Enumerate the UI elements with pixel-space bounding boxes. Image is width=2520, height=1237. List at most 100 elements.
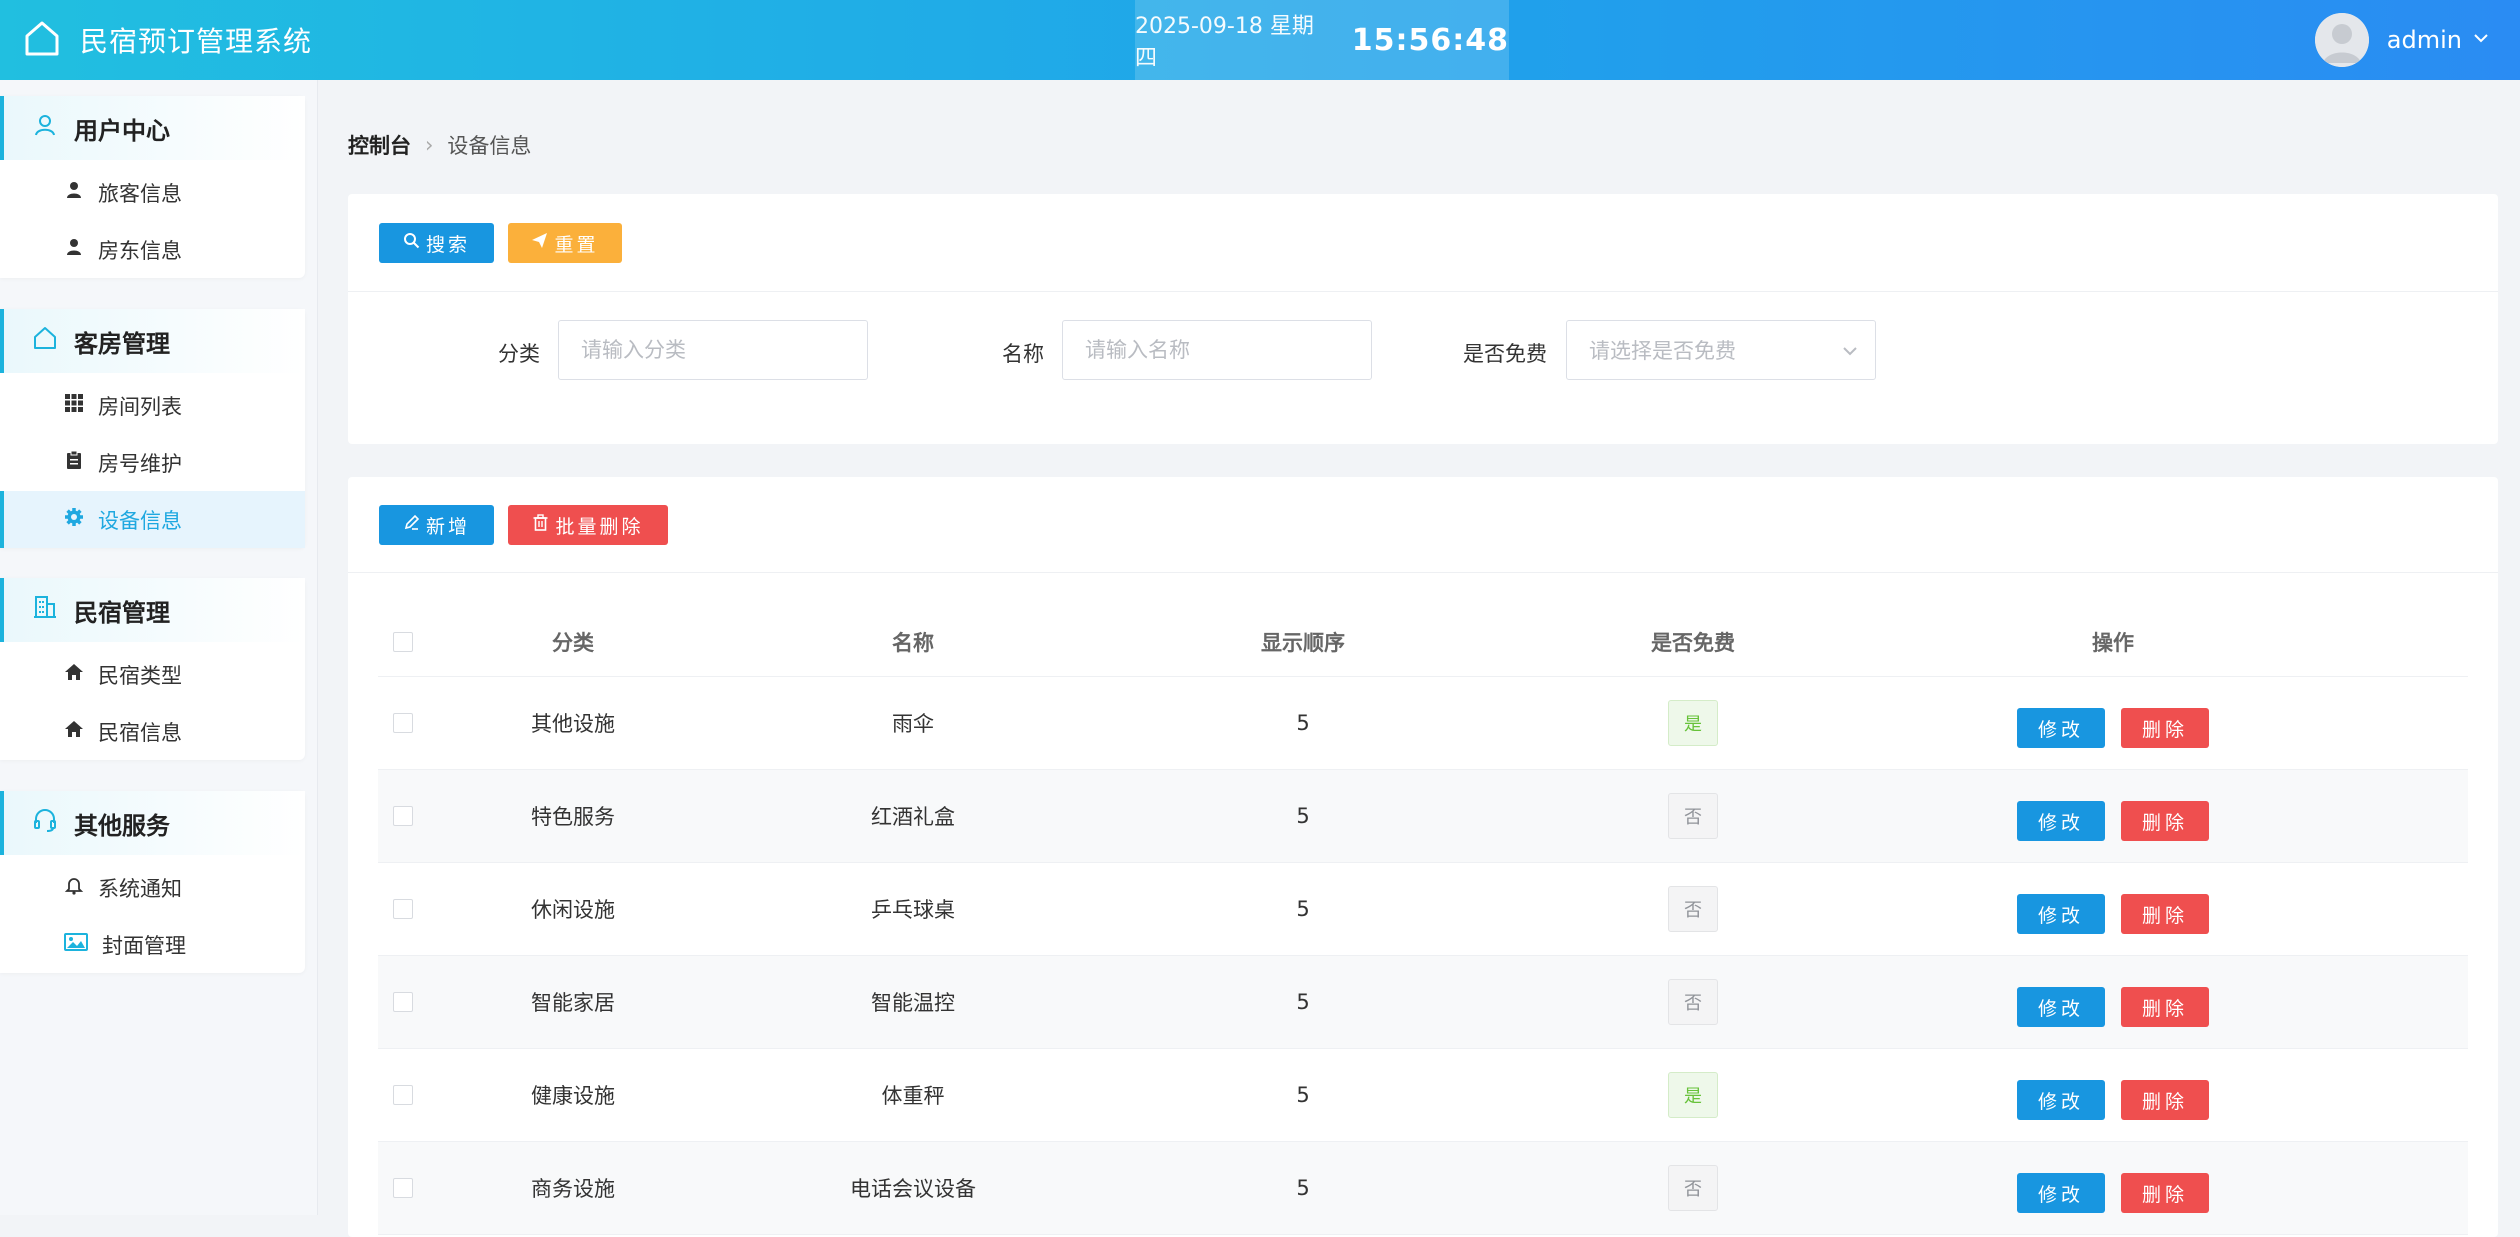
user-menu[interactable]: admin — [2314, 0, 2490, 80]
row-checkbox[interactable] — [393, 899, 413, 919]
gear-icon — [64, 507, 98, 532]
image-icon — [64, 932, 102, 957]
sidebar-item-cover-management[interactable]: 封面管理 — [0, 916, 305, 973]
free-status-badge: 否 — [1668, 886, 1718, 932]
sidebar-group-header[interactable]: 用户中心 — [0, 96, 305, 160]
free-select[interactable]: 请选择是否免费 — [1566, 320, 1876, 380]
row-checkbox[interactable] — [393, 806, 413, 826]
cell-actions: 修改 删除 — [1888, 677, 2338, 769]
row-checkbox[interactable] — [393, 992, 413, 1012]
table-body: 其他设施 雨伞 5 是修改 删除 特色服务 红酒礼盒 5 否修改 删除 休闲设施 乒乓球桌 5 否修改 删除… — [378, 677, 2468, 1235]
brand[interactable]: 民宿预订管理系统 — [22, 0, 312, 80]
delete-button[interactable]: 删除 — [2121, 894, 2209, 934]
delete-button[interactable]: 删除 — [2121, 987, 2209, 1027]
search-button[interactable]: 搜索 — [379, 223, 494, 263]
user-outline-icon — [32, 112, 74, 144]
home-outline-icon — [22, 18, 62, 62]
header-free[interactable]: 是否免费 — [1498, 607, 1888, 676]
clock: 2025-09-18 星期四 15:56:48 — [1135, 0, 1509, 80]
send-icon — [531, 232, 554, 254]
sidebar-item-label: 房号维护 — [98, 451, 182, 476]
sidebar-item-equipment-info[interactable]: 设备信息 — [0, 491, 305, 548]
delete-button[interactable]: 删除 — [2121, 708, 2209, 748]
edit-button[interactable]: 修改 — [2017, 1173, 2105, 1213]
sidebar-group-header[interactable]: 客房管理 — [0, 309, 305, 373]
cell-free: 否 — [1498, 1142, 1888, 1234]
clock-time: 15:56:48 — [1351, 22, 1509, 58]
sidebar-group-header[interactable]: 民宿管理 — [0, 578, 305, 642]
cell-category: 特色服务 — [531, 805, 615, 829]
avatar[interactable] — [2314, 13, 2369, 67]
edit-button[interactable]: 修改 — [2017, 708, 2105, 748]
free-select-placeholder: 请选择是否免费 — [1589, 339, 1736, 363]
sidebar-item-label: 民宿类型 — [98, 663, 182, 688]
sidebar-item-room-number[interactable]: 房号维护 — [0, 434, 305, 491]
sidebar-group-title: 其他服务 — [74, 811, 170, 840]
delete-button[interactable]: 删除 — [2121, 801, 2209, 841]
sidebar-item-system-notice[interactable]: 系统通知 — [0, 859, 305, 916]
sidebar-group-title: 用户中心 — [74, 116, 170, 145]
cell-category: 其他设施 — [531, 712, 615, 736]
data-panel: 新增 批量删除 分类 名称 显示顺序 是否免费 操作 其他设施 雨伞 5 是修改 删除特… — [348, 477, 2498, 1237]
free-status-badge: 是 — [1668, 1072, 1718, 1118]
top-header: 民宿预订管理系统 2025-09-18 星期四 15:56:48 admin — [0, 0, 2520, 80]
header-order[interactable]: 显示顺序 — [1108, 607, 1498, 676]
sidebar-group-homestay-management: 民宿管理 民宿类型 民宿信息 — [0, 578, 305, 760]
reset-button-label: 重置 — [554, 233, 599, 256]
select-all-checkbox[interactable] — [393, 631, 413, 652]
free-status-badge: 否 — [1668, 979, 1718, 1025]
equipment-table: 分类 名称 显示顺序 是否免费 操作 其他设施 雨伞 5 是修改 删除 特色服务 红酒礼盒 5… — [378, 607, 2468, 1235]
clipboard-icon — [64, 450, 98, 475]
delete-button[interactable]: 删除 — [2121, 1080, 2209, 1120]
house-icon — [64, 662, 98, 687]
sidebar-item-label: 设备信息 — [98, 508, 182, 533]
edit-button[interactable]: 修改 — [2017, 801, 2105, 841]
row-checkbox[interactable] — [393, 713, 413, 733]
sidebar-group-user-center: 用户中心 旅客信息 房东信息 — [0, 96, 305, 278]
table-toolbar: 新增 批量删除 — [348, 477, 2498, 573]
building-icon — [32, 594, 74, 626]
sidebar-item-label: 旅客信息 — [98, 181, 182, 206]
cell-order: 5 — [1296, 990, 1310, 1014]
chevron-down-icon[interactable] — [2462, 29, 2490, 51]
category-input[interactable] — [558, 320, 868, 380]
breadcrumb-home[interactable]: 控制台 — [348, 130, 411, 160]
row-checkbox[interactable] — [393, 1085, 413, 1105]
sidebar-item-room-list[interactable]: 房间列表 — [0, 377, 305, 434]
row-checkbox[interactable] — [393, 1178, 413, 1198]
cell-name: 雨伞 — [892, 712, 934, 736]
cell-free: 是 — [1498, 677, 1888, 769]
cell-category: 休闲设施 — [531, 898, 615, 922]
batch-delete-button-label: 批量删除 — [555, 515, 644, 538]
sidebar-group-title: 民宿管理 — [74, 598, 170, 627]
cell-actions: 修改 删除 — [1888, 956, 2338, 1048]
cell-category: 商务设施 — [531, 1177, 615, 1201]
reset-button[interactable]: 重置 — [508, 223, 622, 263]
edit-button[interactable]: 修改 — [2017, 987, 2105, 1027]
sidebar-group-header[interactable]: 其他服务 — [0, 791, 305, 855]
free-status-badge: 是 — [1668, 700, 1718, 746]
name-label: 名称 — [1002, 342, 1044, 366]
sidebar-item-tourist-info[interactable]: 旅客信息 — [0, 164, 305, 221]
sidebar-item-homestay-type[interactable]: 民宿类型 — [0, 646, 305, 703]
username[interactable]: admin — [2387, 26, 2462, 54]
sidebar-item-landlord-info[interactable]: 房东信息 — [0, 221, 305, 278]
cell-category: 健康设施 — [531, 1084, 615, 1108]
row-select-cell — [378, 863, 428, 955]
batch-delete-button[interactable]: 批量删除 — [508, 505, 668, 545]
clock-date: 2025-09-18 星期四 — [1135, 14, 1314, 71]
add-button[interactable]: 新增 — [379, 505, 494, 545]
select-all-cell — [378, 607, 428, 676]
header-name[interactable]: 名称 — [718, 607, 1108, 676]
edit-button[interactable]: 修改 — [2017, 894, 2105, 934]
edit-button[interactable]: 修改 — [2017, 1080, 2105, 1120]
header-category[interactable]: 分类 — [428, 607, 718, 676]
delete-button[interactable]: 删除 — [2121, 1173, 2209, 1213]
header-actions: 操作 — [2092, 630, 2134, 655]
sidebar-item-homestay-info[interactable]: 民宿信息 — [0, 703, 305, 760]
name-input[interactable] — [1062, 320, 1372, 380]
cell-free: 是 — [1498, 1049, 1888, 1141]
cell-name: 智能温控 — [871, 991, 955, 1015]
app-title: 民宿预订管理系统 — [80, 25, 313, 58]
headset-icon — [32, 807, 74, 839]
